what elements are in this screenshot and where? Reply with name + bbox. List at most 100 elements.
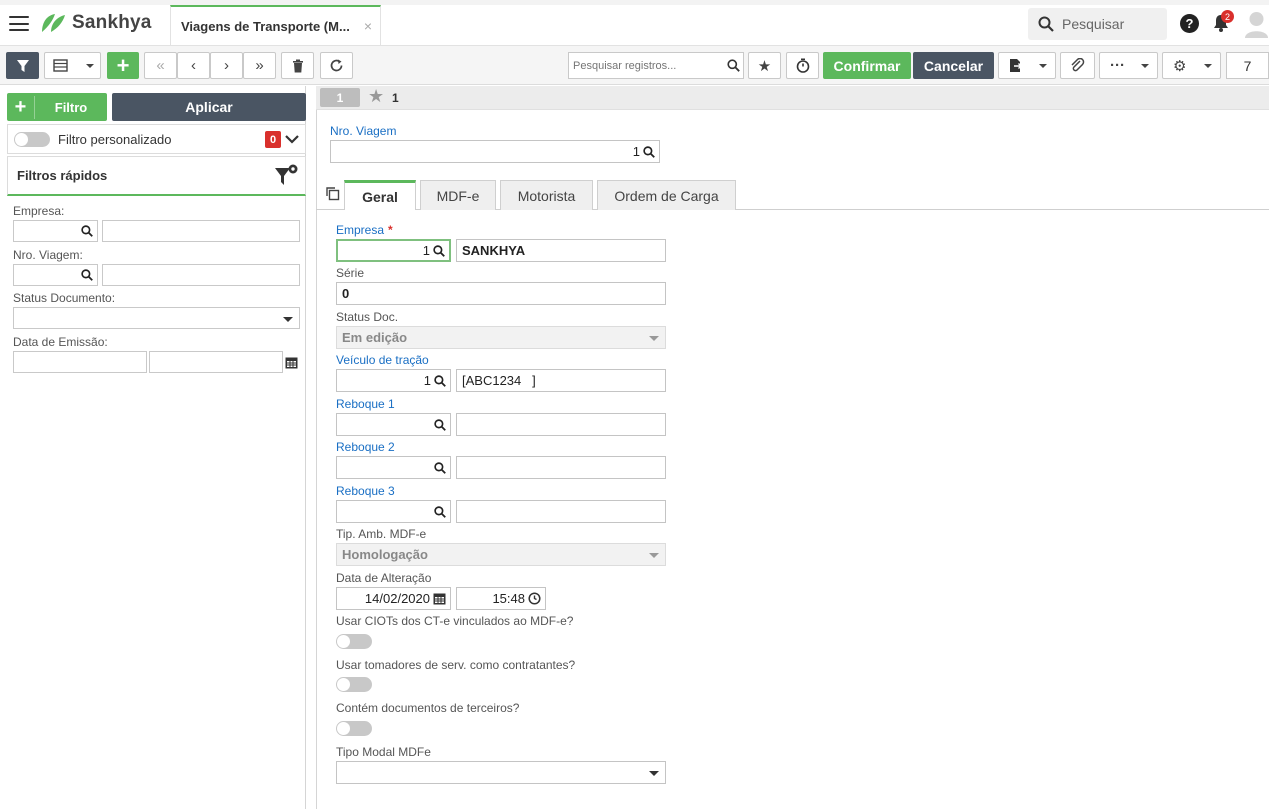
export-button[interactable] bbox=[998, 52, 1056, 79]
reboque1-code-field[interactable] bbox=[336, 413, 451, 436]
required-marker: * bbox=[388, 223, 393, 237]
clock-icon[interactable] bbox=[528, 592, 541, 605]
search-icon[interactable] bbox=[434, 418, 446, 431]
records-search[interactable] bbox=[568, 52, 744, 79]
help-icon[interactable]: ? bbox=[1180, 14, 1199, 33]
calendar-icon[interactable] bbox=[433, 592, 446, 605]
empresa-code-field[interactable]: 1 bbox=[336, 239, 451, 262]
search-icon[interactable] bbox=[434, 374, 446, 387]
global-search[interactable]: Pesquisar bbox=[1028, 8, 1167, 40]
reboque2-code-field[interactable] bbox=[336, 456, 451, 479]
usar-ciots-label: Usar CIOTs dos CT-e vinculados ao MDF-e? bbox=[336, 614, 574, 628]
paperclip-icon bbox=[1071, 58, 1085, 72]
next-record-button[interactable]: › bbox=[210, 52, 243, 79]
reboque1-name-field[interactable] bbox=[456, 413, 666, 436]
chevron-down-icon bbox=[283, 317, 293, 322]
search-icon[interactable] bbox=[433, 244, 445, 257]
menu-icon[interactable] bbox=[9, 16, 29, 31]
confirm-button[interactable]: Confirmar bbox=[823, 52, 911, 79]
double-left-icon: « bbox=[156, 57, 165, 74]
close-icon[interactable]: × bbox=[364, 18, 372, 34]
nro-viagem-filter-name[interactable] bbox=[102, 264, 300, 286]
filter-count-badge: 0 bbox=[265, 131, 281, 148]
reboque1-label[interactable]: Reboque 1 bbox=[336, 397, 395, 411]
reboque3-label[interactable]: Reboque 3 bbox=[336, 484, 395, 498]
contem-docs-toggle[interactable] bbox=[336, 721, 372, 736]
chevron-down-icon bbox=[649, 553, 659, 558]
funnel-settings-icon[interactable] bbox=[273, 163, 299, 189]
add-filter-button[interactable]: + Filtro bbox=[7, 93, 107, 121]
veiculo-name-field[interactable]: [ABC1234 ] bbox=[456, 369, 666, 392]
chevron-down-icon[interactable] bbox=[285, 134, 299, 144]
chevron-left-icon: ‹ bbox=[191, 57, 196, 74]
page-number[interactable]: 7 bbox=[1226, 52, 1269, 79]
cancel-button[interactable]: Cancelar bbox=[913, 52, 994, 79]
reboque2-name-field[interactable] bbox=[456, 456, 666, 479]
trash-icon bbox=[292, 59, 303, 72]
grid-view-button[interactable] bbox=[44, 52, 101, 79]
tab-viagens[interactable]: Viagens de Transporte (M... × bbox=[170, 5, 381, 45]
apply-button[interactable]: Aplicar bbox=[112, 93, 306, 121]
refresh-button[interactable] bbox=[320, 52, 353, 79]
tab-ordem-carga[interactable]: Ordem de Carga bbox=[597, 180, 736, 210]
usar-tomadores-toggle[interactable] bbox=[336, 677, 372, 692]
star-count: 1 bbox=[392, 91, 399, 105]
nro-viagem-field[interactable]: 1 bbox=[330, 140, 660, 163]
reboque3-code-field[interactable] bbox=[336, 500, 451, 523]
timer-button[interactable] bbox=[786, 52, 819, 79]
serie-field[interactable]: 0 bbox=[336, 282, 666, 305]
status-doc-select[interactable]: Em edição bbox=[336, 326, 666, 349]
reboque3-name-field[interactable] bbox=[456, 500, 666, 523]
data-emissao-to[interactable] bbox=[149, 351, 283, 373]
attach-button[interactable] bbox=[1060, 52, 1095, 79]
empresa-filter-code[interactable] bbox=[13, 220, 98, 242]
records-search-input[interactable] bbox=[569, 53, 723, 78]
tab-motorista[interactable]: Motorista bbox=[500, 180, 593, 210]
star-icon[interactable]: ★ bbox=[368, 86, 384, 107]
search-icon[interactable] bbox=[81, 225, 93, 237]
status-filter-select[interactable] bbox=[13, 307, 300, 329]
favorite-button[interactable]: ★ bbox=[748, 52, 781, 79]
copy-icon[interactable] bbox=[325, 186, 340, 201]
leaf-icon bbox=[42, 14, 65, 32]
search-icon[interactable] bbox=[643, 145, 655, 158]
nro-viagem-filter-code[interactable] bbox=[13, 264, 98, 286]
prev-record-button[interactable]: ‹ bbox=[177, 52, 210, 79]
first-record-button[interactable]: « bbox=[144, 52, 177, 79]
delete-button[interactable] bbox=[281, 52, 314, 79]
custom-filter-toggle[interactable] bbox=[14, 131, 50, 147]
avatar[interactable] bbox=[1244, 10, 1269, 38]
tab-geral[interactable]: Geral bbox=[344, 180, 416, 210]
data-alteracao-date-field[interactable]: 14/02/2020 bbox=[336, 587, 451, 610]
empresa-filter-name[interactable] bbox=[102, 220, 300, 242]
add-button[interactable]: + bbox=[107, 52, 139, 79]
reboque2-label[interactable]: Reboque 2 bbox=[336, 440, 395, 454]
calendar-icon[interactable] bbox=[285, 356, 298, 369]
filter-toggle-button[interactable] bbox=[6, 52, 39, 79]
search-icon[interactable] bbox=[723, 59, 743, 72]
veiculo-label[interactable]: Veículo de tração bbox=[336, 353, 429, 367]
settings-button[interactable]: ⚙ bbox=[1162, 52, 1221, 79]
quick-filters-header: Filtros rápidos bbox=[7, 156, 306, 196]
data-emissao-from[interactable] bbox=[13, 351, 147, 373]
tipo-modal-select[interactable] bbox=[336, 761, 666, 784]
search-icon[interactable] bbox=[81, 269, 93, 281]
record-chip[interactable]: 1 bbox=[320, 88, 360, 107]
data-alteracao-time-field[interactable]: 15:48 bbox=[456, 587, 546, 610]
last-record-button[interactable]: » bbox=[243, 52, 276, 79]
tab-mdfe[interactable]: MDF-e bbox=[420, 180, 496, 210]
tip-amb-select[interactable]: Homologação bbox=[336, 543, 666, 566]
search-icon[interactable] bbox=[434, 505, 446, 518]
chevron-down-icon bbox=[649, 771, 659, 776]
usar-tomadores-label: Usar tomadores de serv. como contratante… bbox=[336, 658, 576, 672]
veiculo-code-field[interactable]: 1 bbox=[336, 369, 451, 392]
usar-ciots-toggle[interactable] bbox=[336, 634, 372, 649]
quick-filters-title: Filtros rápidos bbox=[17, 168, 108, 183]
plus-icon: + bbox=[116, 52, 130, 78]
empresa-name-field[interactable]: SANKHYA bbox=[456, 239, 666, 262]
search-icon[interactable] bbox=[434, 461, 446, 474]
nro-viagem-label[interactable]: Nro. Viagem bbox=[330, 124, 396, 138]
brand-logo[interactable]: Sankhya bbox=[40, 12, 152, 34]
contem-docs-label: Contém documentos de terceiros? bbox=[336, 701, 520, 715]
more-button[interactable]: ··· bbox=[1099, 52, 1158, 79]
